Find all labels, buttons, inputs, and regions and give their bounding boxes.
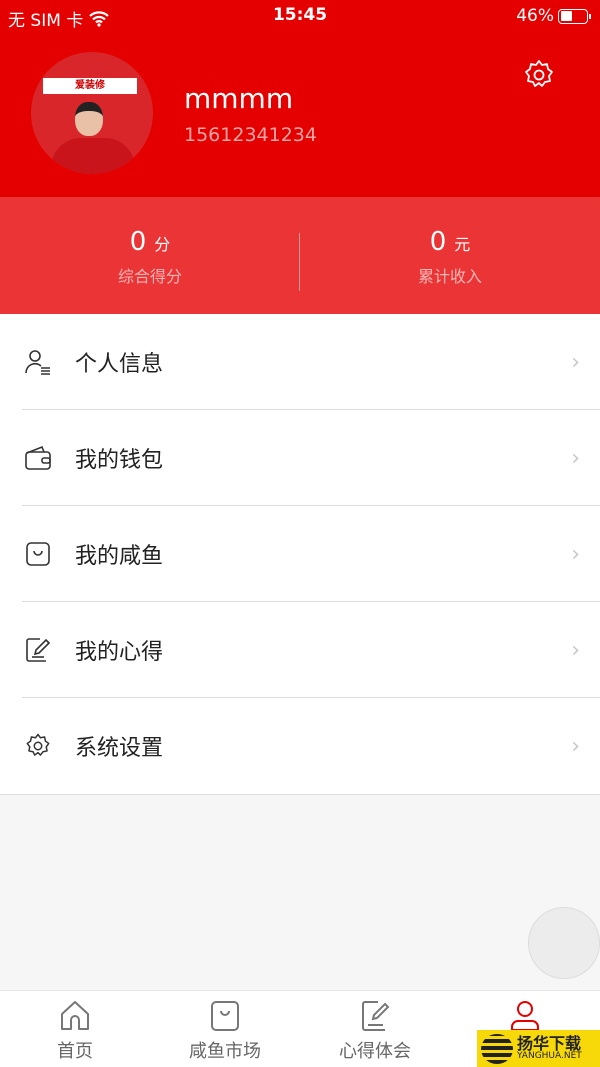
watermark-logo-icon (481, 1033, 513, 1064)
avatar-sign: 爱装修 (43, 78, 137, 94)
chevron-right-icon: › (571, 733, 580, 759)
stat-label: 综合得分 (117, 267, 182, 286)
chevron-right-icon: › (571, 349, 580, 375)
menu-item-my-xianyu[interactable]: 我的咸鱼 › (0, 506, 600, 602)
watermark-title: 扬华下载 (517, 1034, 582, 1053)
stat-value: 0 (129, 227, 147, 257)
menu-bottom-divider (0, 794, 600, 795)
stat-unit: 分 (154, 235, 171, 254)
stat-label: 累计收入 (417, 267, 482, 286)
phone-number: 15612341234 (184, 124, 317, 146)
profile-header: 无 SIM 卡 15:45 46% 爱装修 mmmm 15612341234 (0, 0, 600, 197)
menu-item-wallet[interactable]: 我的钱包 › (0, 410, 600, 506)
tab-xianyu-market[interactable]: 咸鱼市场 (150, 991, 300, 1067)
battery-percent: 46% (516, 6, 554, 26)
avatar[interactable]: 爱装修 (31, 52, 153, 174)
wallet-icon (25, 445, 51, 470)
chevron-right-icon: › (571, 541, 580, 567)
watermark-subtitle: YANGHUA.NET (517, 1051, 582, 1061)
tab-notes[interactable]: 心得体会 (300, 991, 450, 1067)
menu-item-system-settings[interactable]: 系统设置 › (0, 698, 600, 794)
tab-label: 首页 (57, 1041, 93, 1062)
stats-divider (299, 233, 300, 291)
user-icon (511, 1001, 539, 1031)
stat-unit: 元 (454, 235, 471, 254)
tab-home[interactable]: 首页 (0, 991, 150, 1067)
stat-value: 0 (429, 227, 447, 257)
bag-icon (26, 542, 50, 566)
username: mmmm (184, 82, 294, 115)
status-bar: 无 SIM 卡 15:45 46% (0, 0, 600, 32)
user-list-icon (25, 350, 50, 375)
menu-item-personal-info[interactable]: 个人信息 › (0, 314, 600, 410)
watermark-logo: 扬华下载 YANGHUA.NET (477, 1030, 600, 1067)
menu-list: 个人信息 › 我的钱包 › 我的咸鱼 › 我的心得 › 系统设置 › (0, 314, 600, 794)
clock: 15:45 (272, 5, 328, 25)
tab-label: 心得体会 (339, 1041, 411, 1062)
stat-score[interactable]: 0 分综合得分 (0, 197, 300, 314)
stats-bar: 0 分综合得分 0 元累计收入 (0, 197, 600, 314)
gear-icon (26, 733, 50, 756)
settings-gear-icon[interactable] (522, 58, 556, 92)
menu-label: 个人信息 (75, 352, 164, 377)
edit-icon (362, 1001, 390, 1031)
menu-label: 我的咸鱼 (75, 544, 164, 569)
floating-assistive-button[interactable] (528, 907, 600, 979)
chevron-right-icon: › (571, 445, 580, 471)
menu-label: 系统设置 (75, 736, 164, 761)
menu-item-my-notes[interactable]: 我的心得 › (0, 602, 600, 698)
menu-label: 我的钱包 (75, 448, 164, 473)
stat-income[interactable]: 0 元累计收入 (300, 197, 600, 314)
bag-icon (211, 1001, 239, 1031)
edit-icon (26, 638, 51, 662)
tab-label: 咸鱼市场 (189, 1041, 261, 1062)
home-icon (61, 1001, 89, 1030)
chevron-right-icon: › (571, 637, 580, 663)
menu-label: 我的心得 (75, 640, 164, 665)
battery-icon (558, 8, 591, 24)
